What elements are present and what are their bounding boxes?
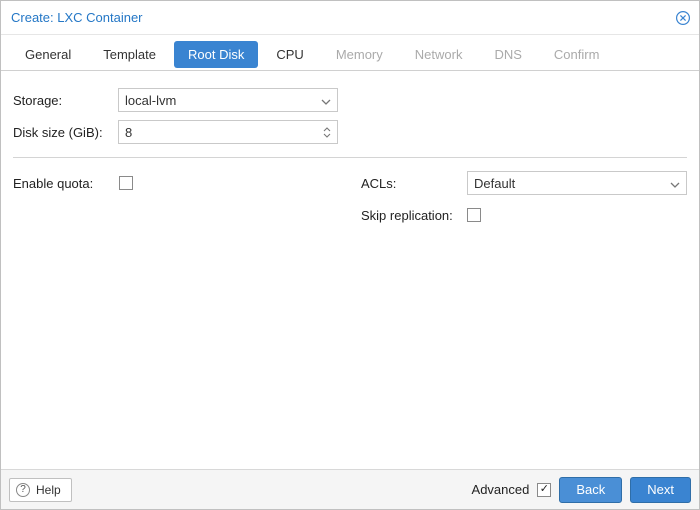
footer-right: Advanced Back Next	[472, 477, 691, 503]
help-icon: ?	[16, 483, 30, 497]
acls-row: ACLs: Default	[361, 168, 687, 198]
divider	[13, 157, 687, 158]
wizard-tabs: General Template Root Disk CPU Memory Ne…	[1, 35, 699, 71]
storage-row: Storage: local-lvm	[13, 85, 687, 115]
tab-memory: Memory	[322, 41, 397, 68]
spinner-icon	[323, 127, 331, 138]
storage-select[interactable]: local-lvm	[118, 88, 338, 112]
dialog-window: Create: LXC Container General Template R…	[0, 0, 700, 510]
advanced-checkbox[interactable]	[537, 483, 551, 497]
tab-dns: DNS	[480, 41, 535, 68]
close-icon[interactable]	[675, 10, 691, 26]
help-label: Help	[36, 483, 61, 497]
disk-size-row: Disk size (GiB): 8	[13, 117, 687, 147]
acls-select[interactable]: Default	[467, 171, 687, 195]
storage-value: local-lvm	[125, 93, 176, 108]
enable-quota-checkbox[interactable]	[119, 176, 133, 190]
skip-replication-row: Skip replication:	[361, 200, 687, 230]
disk-size-value: 8	[125, 125, 132, 140]
disk-size-label: Disk size (GiB):	[13, 125, 118, 140]
acls-value: Default	[474, 176, 515, 191]
tab-root-disk[interactable]: Root Disk	[174, 41, 258, 68]
tab-network: Network	[401, 41, 477, 68]
enable-quota-row: Enable quota:	[13, 168, 321, 198]
chevron-down-icon	[670, 178, 680, 188]
titlebar: Create: LXC Container	[1, 1, 699, 35]
enable-quota-label: Enable quota:	[13, 176, 119, 191]
advanced-columns: Enable quota: ACLs: Default Skip replica…	[13, 168, 687, 232]
disk-size-input[interactable]: 8	[118, 120, 338, 144]
next-label: Next	[647, 482, 674, 497]
skip-replication-checkbox[interactable]	[467, 208, 481, 222]
skip-replication-label: Skip replication:	[361, 208, 467, 223]
tab-template[interactable]: Template	[89, 41, 170, 68]
form-body: Storage: local-lvm Disk size (GiB): 8	[1, 71, 699, 469]
storage-label: Storage:	[13, 93, 118, 108]
advanced-label: Advanced	[472, 482, 530, 497]
tab-confirm: Confirm	[540, 41, 614, 68]
next-button[interactable]: Next	[630, 477, 691, 503]
back-button[interactable]: Back	[559, 477, 622, 503]
window-title: Create: LXC Container	[11, 10, 143, 25]
tab-cpu[interactable]: CPU	[262, 41, 317, 68]
tab-general[interactable]: General	[11, 41, 85, 68]
chevron-down-icon	[321, 95, 331, 105]
footer: ? Help Advanced Back Next	[1, 469, 699, 509]
help-button[interactable]: ? Help	[9, 478, 72, 502]
acls-label: ACLs:	[361, 176, 467, 191]
back-label: Back	[576, 482, 605, 497]
